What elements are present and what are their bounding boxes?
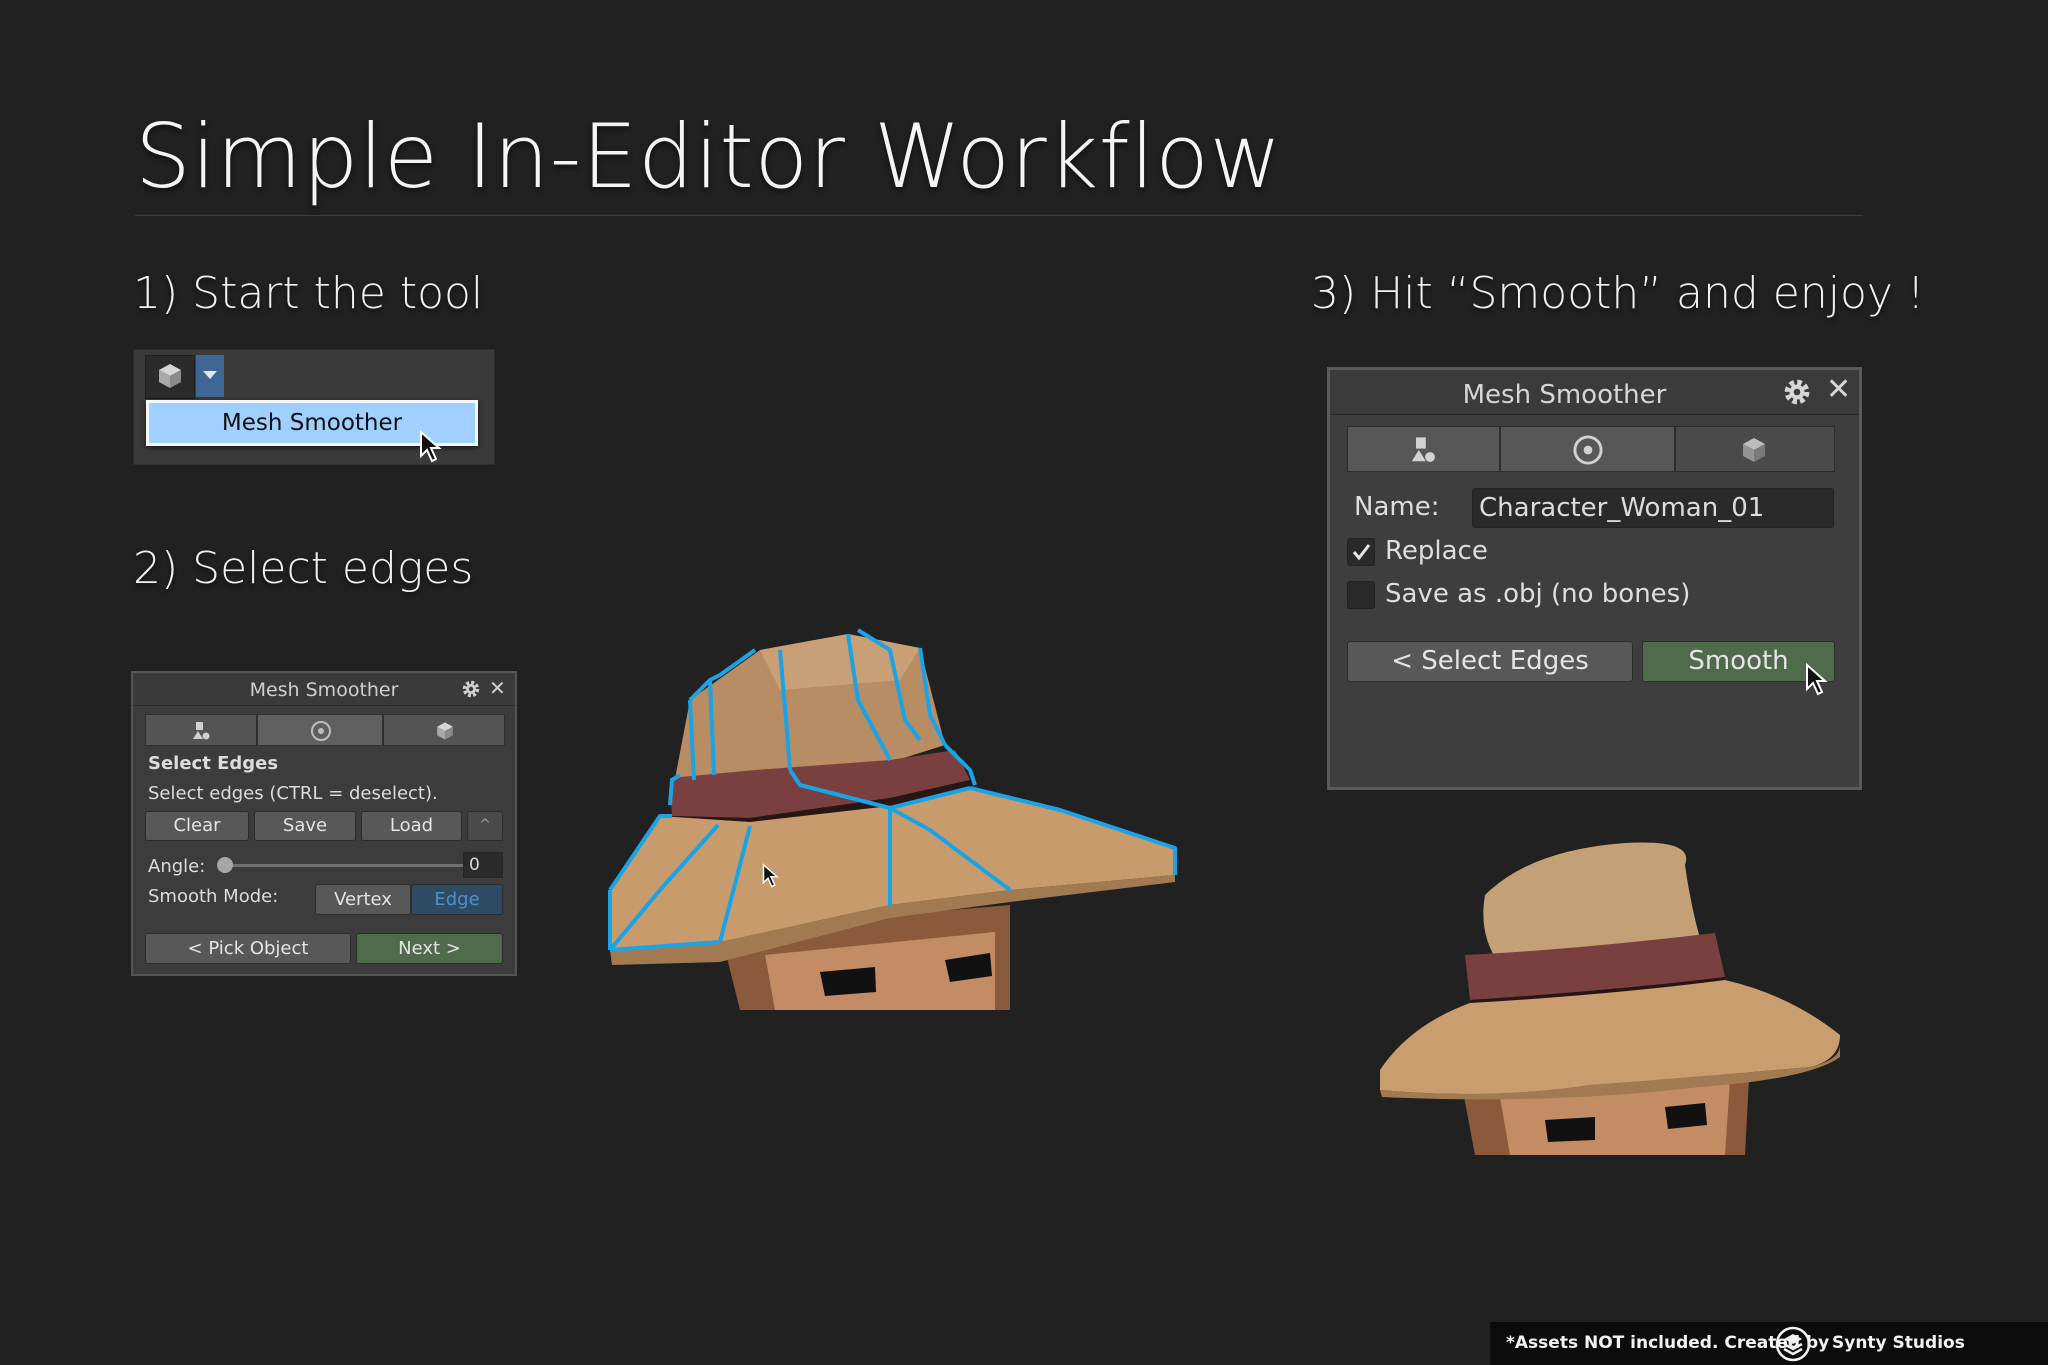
pick-object-button[interactable]: < Pick Object — [145, 933, 351, 964]
replace-label: Replace — [1385, 536, 1488, 566]
angle-slider-track[interactable] — [225, 864, 463, 867]
section-title: Select Edges — [148, 753, 279, 774]
panel-header: Mesh Smoother ✕ — [1330, 370, 1859, 415]
clear-button[interactable]: Clear — [145, 811, 249, 841]
gear-icon[interactable] — [461, 679, 481, 699]
next-button[interactable]: Next > — [356, 933, 503, 964]
load-button[interactable]: Load — [361, 811, 462, 841]
mesh-smoother-panel-large: Mesh Smoother ✕ Name: Character_Woman_01… — [1327, 367, 1862, 790]
target-icon — [311, 721, 331, 741]
cube-icon — [159, 364, 181, 388]
target-icon — [1573, 435, 1603, 465]
tool-button[interactable] — [145, 355, 195, 399]
angle-value-field[interactable]: 0 — [463, 852, 503, 878]
step-3-heading: 3) Hit “Smooth” and enjoy ! — [1311, 268, 1925, 319]
step-2-heading: 2) Select edges — [133, 543, 474, 594]
panel-tabs — [145, 714, 505, 746]
page-title: Simple In-Editor Workflow — [135, 105, 1282, 208]
close-icon[interactable]: ✕ — [1826, 372, 1851, 407]
angle-slider-handle[interactable] — [217, 857, 233, 873]
select-edges-button[interactable]: < Select Edges — [1347, 641, 1633, 682]
panel-tabs — [1347, 426, 1835, 472]
hat-edges-selected-image — [608, 628, 1177, 1010]
tab-select-edges[interactable] — [1500, 426, 1675, 472]
angle-label: Angle: — [148, 856, 206, 877]
caret-down-icon — [203, 371, 217, 379]
tab-pick-object[interactable] — [1347, 426, 1500, 472]
close-icon[interactable]: ✕ — [489, 676, 506, 700]
save-obj-label: Save as .obj (no bones) — [1385, 579, 1691, 609]
footer-credit: *Assets NOT included. Created by Synty S… — [1490, 1322, 2048, 1365]
tab-smooth[interactable] — [1675, 426, 1835, 472]
cube-icon — [437, 722, 453, 740]
title-divider — [135, 215, 1863, 216]
collapse-button[interactable]: ^ — [467, 811, 503, 841]
panel-title: Mesh Smoother — [1462, 380, 1667, 410]
replace-checkbox[interactable] — [1347, 538, 1375, 566]
gear-icon[interactable] — [1782, 377, 1812, 407]
mouse-cursor-icon — [1806, 663, 1828, 696]
smooth-mode-label: Smooth Mode: — [148, 886, 279, 907]
name-label: Name: — [1354, 492, 1440, 522]
tool-dropdown-toggle[interactable] — [196, 355, 224, 397]
tab-select-edges[interactable] — [257, 714, 383, 746]
name-input[interactable]: Character_Woman_01 — [1472, 488, 1834, 528]
panel-title: Mesh Smoother — [249, 679, 399, 701]
save-button[interactable]: Save — [254, 811, 356, 841]
mode-edge-button[interactable]: Edge — [411, 884, 503, 915]
footer-brand: Synty Studios — [1832, 1333, 1965, 1353]
panel-header: Mesh Smoother ✕ — [133, 673, 515, 706]
save-obj-checkbox[interactable] — [1347, 581, 1375, 609]
shapes-icon — [193, 722, 210, 740]
mesh-smoother-panel-small: Mesh Smoother ✕ Select Edges Select edge… — [131, 671, 517, 976]
mode-vertex-button[interactable]: Vertex — [315, 884, 411, 915]
tab-pick-object[interactable] — [145, 714, 257, 746]
shapes-icon — [1411, 437, 1435, 462]
cube-icon — [1743, 438, 1765, 462]
step-1-heading: 1) Start the tool — [133, 268, 484, 319]
hat-smoothed-image — [1380, 842, 1840, 1155]
synty-logo-icon — [1775, 1326, 1811, 1362]
tab-smooth[interactable] — [383, 714, 505, 746]
tool-dropdown-screenshot: Mesh Smoother — [133, 349, 495, 465]
mouse-cursor-icon — [420, 430, 442, 463]
section-hint: Select edges (CTRL = deselect). — [148, 783, 438, 804]
checkmark-icon — [1352, 544, 1371, 561]
